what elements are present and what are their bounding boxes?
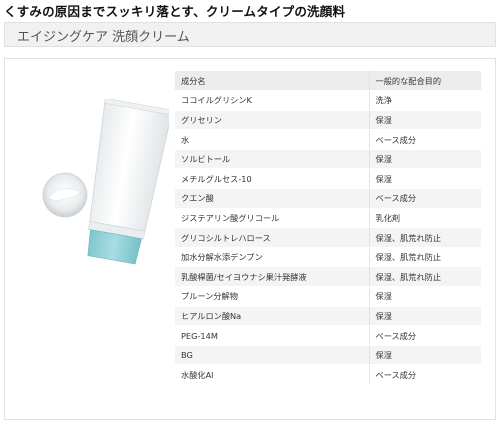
ingredient-purpose: 保湿、肌荒れ防止: [369, 227, 481, 248]
ingredient-name: 乳酸桿菌/セイヨウナシ果汁発酵液: [175, 266, 370, 288]
table-row: メチルグルセス-10 保湿: [175, 168, 481, 190]
ingredient-purpose: 保湿: [369, 149, 481, 170]
ingredient-name: ソルビトール: [175, 149, 370, 170]
section-title: エイジングケア 洗顔クリーム: [17, 30, 190, 45]
ingredient-purpose: 洗浄: [369, 90, 481, 111]
table-row: ヒアルロン酸Na 保湿: [175, 306, 481, 327]
table-row: クエン酸 ベース成分: [175, 188, 481, 209]
cream-tube-icon: [87, 99, 169, 265]
ingredient-purpose: ベース成分: [369, 364, 481, 385]
ingredients-table: 成分名 一般的な配合目的 ココイルグリシンK 洗浄 グリセリン 保湿 水ベース成分 …: [175, 71, 481, 385]
ingredient-purpose: 保湿: [369, 110, 481, 131]
ingredient-purpose: ベース成分: [369, 325, 481, 346]
ingredient-purpose: 保湿、肌荒れ防止: [369, 266, 481, 288]
ingredient-purpose: ベース成分: [369, 129, 481, 150]
ingredient-name: グリセリン: [175, 110, 370, 131]
table-row: 加水分解水添デンプン 保湿、肌荒れ防止: [175, 247, 481, 268]
content-panel: 成分名 一般的な配合目的 ココイルグリシンK 洗浄 グリセリン 保湿 水ベース成分 …: [4, 58, 496, 420]
table-row: 乳酸桿菌/セイヨウナシ果汁発酵液 保湿、肌荒れ防止: [175, 266, 481, 288]
table-row: 水ベース成分: [175, 129, 481, 150]
table-row: ココイルグリシンK 洗浄: [175, 90, 481, 111]
table-row: グリコシルトレハロース 保湿、肌荒れ防止: [175, 227, 481, 248]
ingredient-name: メチルグルセス-10: [175, 168, 370, 190]
table-row: PEG-14M ベース成分: [175, 325, 481, 346]
table-row: ジステアリン酸グリコール 乳化剤: [175, 208, 481, 229]
ingredient-name: ヒアルロン酸Na: [175, 306, 370, 327]
ingredient-purpose: 保湿: [369, 286, 481, 307]
ingredient-name: BG: [175, 345, 370, 366]
ingredient-purpose: 保湿: [369, 345, 481, 366]
ingredient-name: ココイルグリシンK: [175, 90, 370, 111]
table-row: ソルビトール 保湿: [175, 149, 481, 170]
ingredient-name: グリコシルトレハロース: [175, 227, 370, 248]
column-header-purpose: 一般的な配合目的: [369, 71, 481, 92]
ingredient-name: 加水分解水添デンプン: [175, 247, 370, 268]
table-header-row: 成分名 一般的な配合目的: [175, 71, 481, 92]
table-row: グリセリン 保湿: [175, 110, 481, 131]
ingredient-purpose: 保湿: [369, 306, 481, 327]
table-row: 水酸化Al ベース成分: [175, 364, 481, 385]
ingredient-name: 水: [175, 129, 370, 150]
ingredient-name: ジステアリン酸グリコール: [175, 208, 370, 229]
column-header-ingredient: 成分名: [175, 71, 370, 92]
ingredient-name: 水酸化Al: [175, 364, 370, 385]
ingredient-name: PEG-14M: [175, 325, 370, 346]
ingredient-purpose: ベース成分: [369, 188, 481, 209]
ingredient-purpose: 保湿: [369, 168, 481, 190]
ingredient-name: クエン酸: [175, 188, 370, 209]
ingredient-name: プルーン分解物: [175, 286, 370, 307]
ingredient-purpose: 乳化剤: [369, 208, 481, 229]
product-image: [29, 83, 169, 273]
section-title-bar: エイジングケア 洗顔クリーム: [4, 22, 496, 47]
table-row: プルーン分解物 保湿: [175, 286, 481, 307]
ingredient-purpose: 保湿、肌荒れ防止: [369, 247, 481, 268]
page-headline: くすみの原因までスッキリ落とす、クリームタイプの洗顔料: [4, 4, 346, 19]
table-row: BG 保湿: [175, 345, 481, 366]
